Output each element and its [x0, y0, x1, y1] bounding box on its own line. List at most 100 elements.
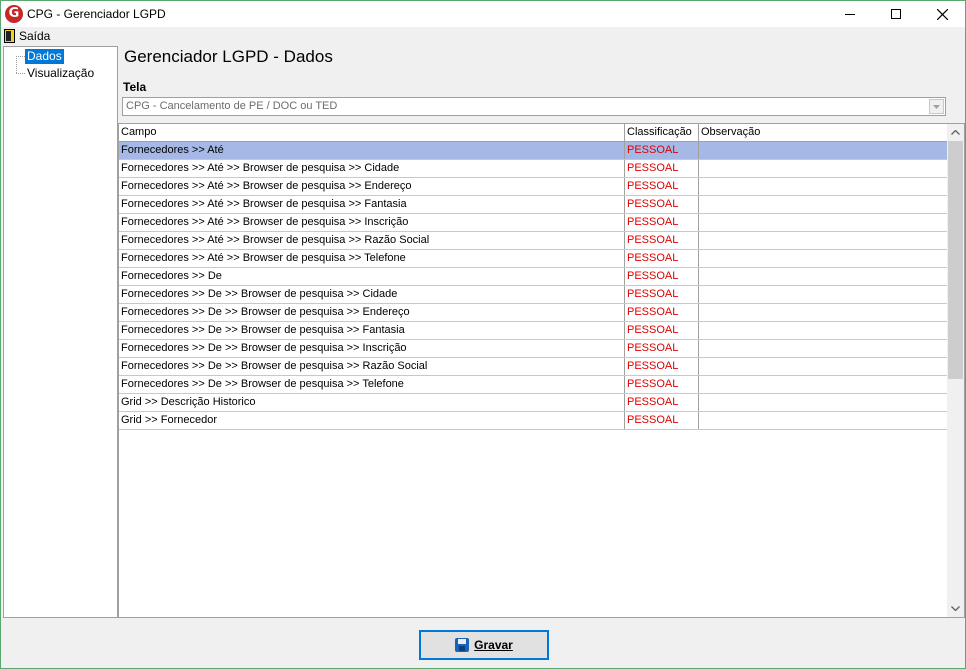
navigation-tree: Dados Visualização: [3, 46, 118, 618]
cell-classificacao[interactable]: PESSOAL: [625, 268, 699, 285]
cell-observacao[interactable]: [699, 358, 948, 375]
cell-observacao[interactable]: [699, 376, 948, 393]
close-button[interactable]: [919, 1, 965, 27]
save-button[interactable]: Gravar: [419, 630, 549, 660]
app-window: G CPG - Gerenciador LGPD Saída Dados Vis…: [0, 0, 966, 669]
table-row[interactable]: Fornecedores >> Até >> Browser de pesqui…: [119, 178, 948, 196]
dropdown-button[interactable]: [929, 99, 944, 114]
minimize-icon: [845, 14, 855, 15]
cell-observacao[interactable]: [699, 232, 948, 249]
cell-campo[interactable]: Fornecedores >> Até >> Browser de pesqui…: [119, 160, 625, 177]
column-header-observacao[interactable]: Observação: [699, 124, 948, 141]
table-row[interactable]: Fornecedores >> Até >> Browser de pesqui…: [119, 160, 948, 178]
grid-header: Campo Classificação Observação: [119, 124, 948, 142]
table-row[interactable]: Fornecedores >> De PESSOAL: [119, 268, 948, 286]
cell-campo[interactable]: Fornecedores >> Até >> Browser de pesqui…: [119, 250, 625, 267]
cell-classificacao[interactable]: PESSOAL: [625, 412, 699, 429]
table-row[interactable]: Fornecedores >> Até >> Browser de pesqui…: [119, 250, 948, 268]
cell-classificacao[interactable]: PESSOAL: [625, 376, 699, 393]
cell-campo[interactable]: Fornecedores >> De >> Browser de pesquis…: [119, 340, 625, 357]
table-row[interactable]: Fornecedores >> De >> Browser de pesquis…: [119, 358, 948, 376]
cell-observacao[interactable]: [699, 304, 948, 321]
tree-connector: [16, 73, 25, 74]
cell-observacao[interactable]: [699, 268, 948, 285]
cell-classificacao[interactable]: PESSOAL: [625, 160, 699, 177]
grid-rows: Fornecedores >> Até PESSOAL Fornecedores >…: [119, 142, 948, 430]
cell-classificacao[interactable]: PESSOAL: [625, 358, 699, 375]
table-row[interactable]: Fornecedores >> Até >> Browser de pesqui…: [119, 214, 948, 232]
cell-classificacao[interactable]: PESSOAL: [625, 232, 699, 249]
table-row[interactable]: Fornecedores >> Até >> Browser de pesqui…: [119, 232, 948, 250]
cell-campo[interactable]: Fornecedores >> Até: [119, 142, 625, 159]
table-row[interactable]: Fornecedores >> De >> Browser de pesquis…: [119, 286, 948, 304]
cell-campo[interactable]: Fornecedores >> De >> Browser de pesquis…: [119, 286, 625, 303]
table-row[interactable]: Grid >> Fornecedor PESSOAL: [119, 412, 948, 430]
tree-item-dados[interactable]: Dados: [25, 49, 64, 64]
cell-classificacao[interactable]: PESSOAL: [625, 178, 699, 195]
table-row[interactable]: Fornecedores >> De >> Browser de pesquis…: [119, 322, 948, 340]
cell-classificacao[interactable]: PESSOAL: [625, 196, 699, 213]
table-row[interactable]: Fornecedores >> Até >> Browser de pesqui…: [119, 196, 948, 214]
cell-observacao[interactable]: [699, 250, 948, 267]
vertical-scrollbar[interactable]: [947, 124, 964, 617]
table-row[interactable]: Fornecedores >> De >> Browser de pesquis…: [119, 376, 948, 394]
window-title: CPG - Gerenciador LGPD: [27, 7, 166, 21]
cell-observacao[interactable]: [699, 394, 948, 411]
cell-classificacao[interactable]: PESSOAL: [625, 142, 699, 159]
scroll-thumb[interactable]: [948, 141, 963, 379]
cell-campo[interactable]: Fornecedores >> De >> Browser de pesquis…: [119, 358, 625, 375]
cell-campo[interactable]: Fornecedores >> De: [119, 268, 625, 285]
cell-classificacao[interactable]: PESSOAL: [625, 304, 699, 321]
tree-connector: [16, 56, 25, 57]
cell-observacao[interactable]: [699, 340, 948, 357]
tela-select[interactable]: CPG - Cancelamento de PE / DOC ou TED: [122, 97, 946, 116]
table-row[interactable]: Grid >> Descrição Historico PESSOAL: [119, 394, 948, 412]
cell-observacao[interactable]: [699, 412, 948, 429]
cell-campo[interactable]: Fornecedores >> Até >> Browser de pesqui…: [119, 196, 625, 213]
chevron-down-icon: [951, 606, 960, 611]
table-row[interactable]: Fornecedores >> Até PESSOAL: [119, 142, 948, 160]
cell-observacao[interactable]: [699, 178, 948, 195]
table-row[interactable]: Fornecedores >> De >> Browser de pesquis…: [119, 340, 948, 358]
cell-observacao[interactable]: [699, 286, 948, 303]
cell-observacao[interactable]: [699, 196, 948, 213]
title-bar[interactable]: G CPG - Gerenciador LGPD: [1, 1, 965, 27]
floppy-disk-icon: [455, 638, 470, 652]
cell-campo[interactable]: Fornecedores >> Até >> Browser de pesqui…: [119, 178, 625, 195]
table-row[interactable]: Fornecedores >> De >> Browser de pesquis…: [119, 304, 948, 322]
tela-select-value: CPG - Cancelamento de PE / DOC ou TED: [126, 100, 338, 112]
cell-campo[interactable]: Fornecedores >> De >> Browser de pesquis…: [119, 304, 625, 321]
cell-campo[interactable]: Fornecedores >> Até >> Browser de pesqui…: [119, 214, 625, 231]
cell-classificacao[interactable]: PESSOAL: [625, 250, 699, 267]
column-header-classificacao[interactable]: Classificação: [625, 124, 699, 141]
minimize-button[interactable]: [827, 1, 873, 27]
tree-item-visualizacao[interactable]: Visualização: [25, 66, 96, 81]
cell-classificacao[interactable]: PESSOAL: [625, 214, 699, 231]
menu-item-label: Saída: [19, 29, 51, 43]
column-header-campo[interactable]: Campo: [119, 124, 625, 141]
cell-classificacao[interactable]: PESSOAL: [625, 394, 699, 411]
cell-observacao[interactable]: [699, 322, 948, 339]
scroll-down-button[interactable]: [947, 600, 964, 617]
cell-classificacao[interactable]: PESSOAL: [625, 340, 699, 357]
cpg-logo-icon: G: [5, 5, 23, 23]
cell-observacao[interactable]: [699, 214, 948, 231]
cell-campo[interactable]: Grid >> Descrição Historico: [119, 394, 625, 411]
cell-observacao[interactable]: [699, 142, 948, 159]
cell-classificacao[interactable]: PESSOAL: [625, 322, 699, 339]
scroll-up-button[interactable]: [947, 124, 964, 141]
tela-label: Tela: [123, 80, 147, 94]
menu-item-saida[interactable]: Saída: [4, 28, 50, 44]
cell-campo[interactable]: Grid >> Fornecedor: [119, 412, 625, 429]
page-title: Gerenciador LGPD - Dados: [124, 47, 333, 66]
cell-campo[interactable]: Fornecedores >> De >> Browser de pesquis…: [119, 322, 625, 339]
cell-campo[interactable]: Fornecedores >> De >> Browser de pesquis…: [119, 376, 625, 393]
tree-connector: [16, 56, 17, 73]
cell-campo[interactable]: Fornecedores >> Até >> Browser de pesqui…: [119, 232, 625, 249]
exit-door-icon: [4, 29, 15, 43]
cell-observacao[interactable]: [699, 160, 948, 177]
chevron-down-icon: [933, 104, 940, 109]
save-button-label: Gravar: [474, 638, 513, 652]
maximize-button[interactable]: [873, 1, 919, 27]
cell-classificacao[interactable]: PESSOAL: [625, 286, 699, 303]
